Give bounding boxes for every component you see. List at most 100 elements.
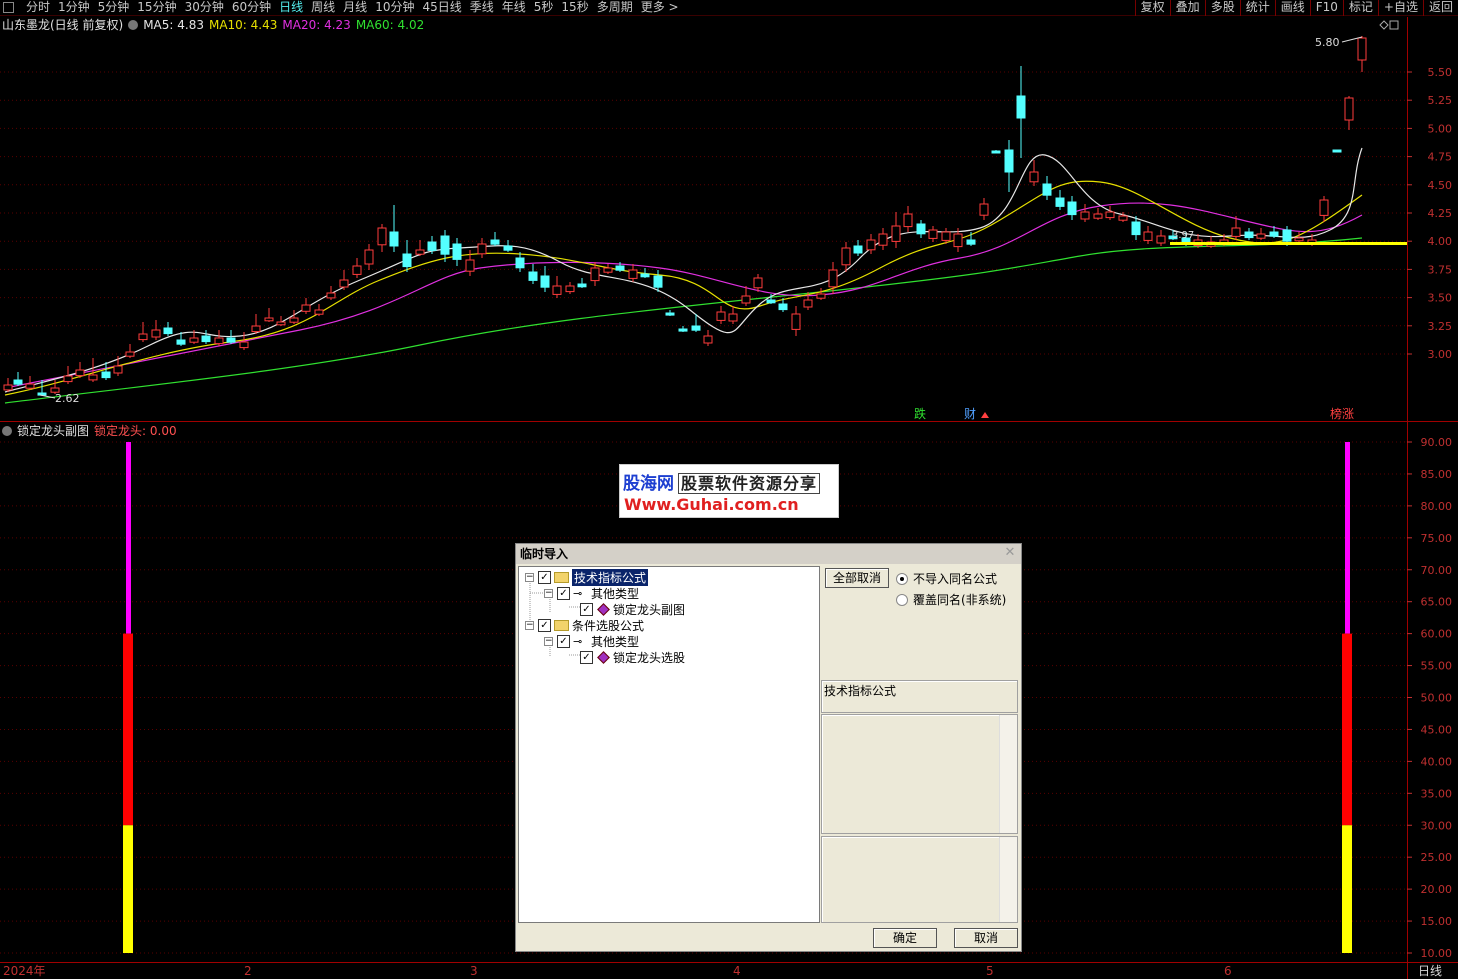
scrollbar-track[interactable] (999, 715, 1017, 833)
candle-body (640, 273, 650, 278)
tree-node-other-type[interactable]: − ✓ ⊸ 其他类型 (544, 633, 639, 649)
price-tick-label: 4.75 (1428, 151, 1453, 164)
tree-node-formula-item[interactable]: ✓ 锁定龙头副图 (580, 601, 685, 617)
main-chart-header: 山东墨龙(日线 前复权) MA5: 4.83 MA10: 4.43 MA20: 4.2… (2, 18, 429, 32)
date-label: 2 (244, 964, 252, 978)
radio-selected-icon (896, 572, 908, 585)
checkbox-checked[interactable]: ✓ (557, 586, 570, 600)
candle-body (728, 313, 738, 322)
candle-body (577, 283, 587, 288)
dropdown-icon[interactable] (2, 426, 12, 436)
candle-body (615, 265, 625, 271)
candle-body (389, 231, 399, 247)
cancel-button[interactable]: 取消 (954, 928, 1018, 948)
value-tick-label: 20.00 (1421, 883, 1453, 896)
price-tick-label: 3.25 (1428, 320, 1453, 333)
date-label: 4 (733, 964, 741, 978)
candle-body (226, 337, 236, 343)
tree-node-other-type[interactable]: − ✓ ⊸ 其他类型 (544, 585, 639, 601)
event-marker-finance[interactable]: 财 (964, 407, 976, 421)
candle-body (515, 257, 525, 269)
watermark-line1: 股海网 股票软件资源分享 (623, 469, 821, 494)
ok-button[interactable]: 确定 (873, 928, 937, 948)
candle-body (1294, 237, 1304, 242)
tree-node-tech-indicators[interactable]: − ✓ 技术指标公式 (525, 568, 649, 586)
candle-body (552, 285, 562, 295)
candle-body (214, 337, 224, 345)
candle-body (3, 384, 13, 391)
watermark-url: Www.Guhai.com.cn (624, 495, 799, 514)
candle-body (477, 243, 487, 255)
candle-body (440, 235, 450, 255)
formula-tree: − ✓ 技术指标公式 − ✓ ⊸ 其他类型 ✓ 锁定龙头副图 − ✓ 条件选股公式 − ✓ ⊸ 其他类… (518, 566, 820, 923)
candle-body (113, 365, 123, 374)
candle-body (691, 325, 701, 331)
candle-body (88, 374, 98, 381)
value-tick-label: 55.00 (1421, 660, 1453, 673)
tree-node-formula-item[interactable]: ✓ 锁定龙头选股 (580, 649, 685, 665)
candle-body (163, 327, 173, 335)
candle-body (741, 295, 751, 304)
tree-node-label: 其他类型 (591, 586, 640, 601)
collapse-toggle-icon[interactable]: − (544, 588, 553, 598)
scrollbar-track[interactable] (999, 837, 1017, 922)
radio-no-import-duplicates[interactable]: 不导入同名公式 (896, 570, 997, 587)
high-price-label: 5.80 (1315, 36, 1340, 49)
price-tick-label: 5.00 (1428, 122, 1453, 135)
value-axis: 90.00 85.00 80.00 75.00 70.00 65.00 60.00 55.00… (1407, 436, 1452, 960)
folder-icon (554, 571, 569, 583)
event-marker-drop[interactable]: 跌 (914, 406, 926, 421)
indicator-bar-segment (126, 442, 131, 634)
candle-body (565, 285, 575, 293)
value-tick-label: 10.00 (1421, 947, 1453, 960)
ma20-line (4, 202, 1363, 389)
radio-overwrite-duplicates[interactable]: 覆盖同名(非系统) (896, 591, 1006, 608)
price-tick-label: 3.75 (1428, 263, 1453, 276)
checkbox-checked[interactable]: ✓ (538, 570, 551, 584)
collapse-toggle-icon[interactable]: − (544, 636, 553, 646)
collapse-toggle-icon[interactable]: − (525, 572, 534, 582)
window-toggle-icon[interactable] (1389, 20, 1399, 30)
candle-body (1029, 171, 1039, 183)
candle-body (1269, 231, 1279, 237)
candle-body (301, 304, 311, 312)
ma60-label: MA60: 4.02 (355, 18, 425, 32)
candle-body (828, 269, 838, 288)
tree-node-label: 锁定龙头选股 (613, 650, 686, 665)
event-marker-ranking[interactable]: 榜涨 (1330, 406, 1354, 421)
close-icon[interactable]: ✕ (1003, 546, 1017, 560)
checkbox-checked[interactable]: ✓ (580, 602, 593, 616)
checkbox-checked[interactable]: ✓ (538, 618, 551, 632)
collapse-toggle-icon[interactable]: − (525, 620, 534, 630)
diamond-toggle-icon[interactable] (1379, 20, 1389, 30)
candle-body (1118, 215, 1128, 221)
candle-body (928, 229, 938, 239)
candle-body (866, 239, 876, 251)
tree-node-label: 条件选股公式 (572, 618, 645, 633)
detail-box[interactable] (821, 836, 1018, 923)
value-tick-label: 90.00 (1421, 436, 1453, 449)
candle-body (1105, 211, 1115, 219)
candle-body (452, 243, 462, 260)
tree-node-screening-formulas[interactable]: − ✓ 条件选股公式 (525, 617, 644, 633)
value-tick-label: 30.00 (1421, 819, 1453, 832)
indicator-bar-segment (1342, 633, 1352, 826)
date-label: 5 (986, 964, 994, 978)
candle-body (326, 292, 336, 299)
candle-body (953, 233, 963, 248)
dropdown-icon[interactable] (128, 20, 139, 30)
description-box[interactable] (821, 714, 1018, 834)
candle-body (941, 231, 951, 241)
candle-body (1282, 229, 1292, 242)
ma60-line (4, 237, 1363, 404)
cancel-all-button[interactable]: 全部取消 (825, 568, 889, 588)
candle-body (276, 321, 286, 326)
candle-body (1131, 221, 1141, 236)
value-tick-label: 70.00 (1421, 564, 1453, 577)
value-tick-label: 45.00 (1421, 723, 1453, 736)
value-tick-label: 25.00 (1421, 851, 1453, 864)
checkbox-checked[interactable]: ✓ (557, 634, 570, 648)
sub-chart-header: 锁定龙头副图 锁定龙头: 0.00 (2, 424, 182, 438)
candle-body (289, 317, 299, 323)
checkbox-checked[interactable]: ✓ (580, 650, 593, 664)
